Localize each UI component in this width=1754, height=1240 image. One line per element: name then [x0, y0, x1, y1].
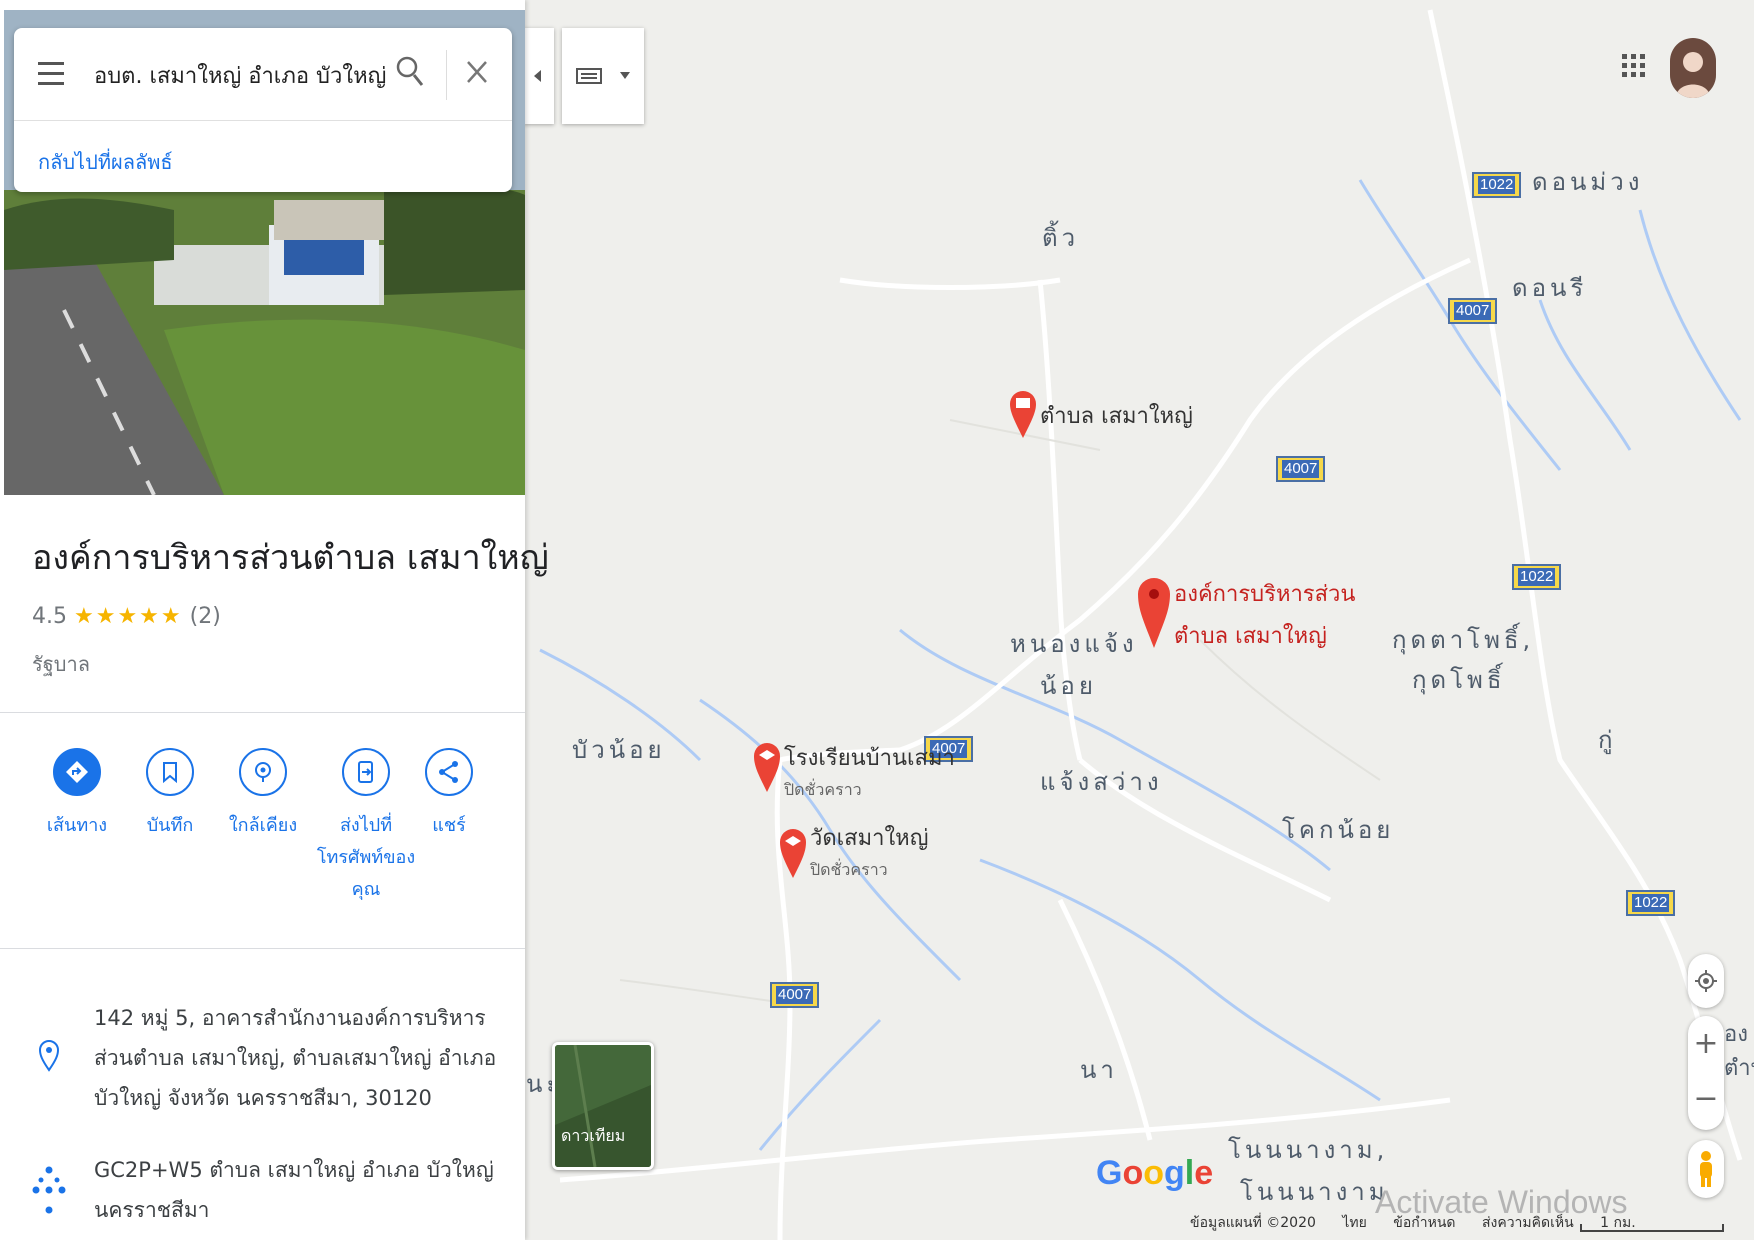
place-category[interactable]: รัฐบาล	[32, 648, 90, 680]
poi-label-selected-line1[interactable]: องค์การบริหารส่วน	[1174, 576, 1355, 611]
place-label: แจ้งสว่าง	[1040, 768, 1163, 796]
keyboard-icon	[576, 68, 602, 84]
place-label: กุดโพธิ์	[1412, 666, 1506, 694]
river	[758, 1018, 882, 1151]
bookmark-icon	[163, 762, 177, 784]
temple-pin-icon[interactable]	[778, 826, 808, 880]
rating-row: 4.5 ★★★★★ (2)	[32, 604, 221, 629]
place-label: บัวน้อย	[572, 736, 666, 764]
place-panel: อบต. เสมาใหญ่ อำเภอ บัวใหญ่ นครราชสีมา ก…	[0, 0, 549, 1240]
share-icon	[439, 761, 458, 783]
scale-bar	[1580, 1224, 1724, 1232]
terms-link[interactable]: ข้อกำหนด	[1393, 1215, 1455, 1231]
nearby-label: ใกล้เคียง	[228, 815, 298, 836]
save-label: บันทึก	[146, 815, 194, 836]
search-icon[interactable]	[396, 56, 424, 88]
feedback-link[interactable]: ส่งความคิดเห็น	[1482, 1215, 1574, 1231]
divider	[0, 712, 525, 713]
pegman-icon	[1700, 1151, 1712, 1187]
river	[1638, 209, 1742, 421]
map-data-credit: ข้อมูลแผนที่ ©2020	[1190, 1215, 1316, 1231]
send-to-phone-icon	[358, 761, 373, 783]
crosshair-icon	[1695, 970, 1717, 992]
share-label: แชร์	[432, 815, 466, 836]
search-box: อบต. เสมาใหญ่ อำเภอ บัวใหญ่ นครราชสีมา ก…	[14, 28, 512, 192]
google-logo: Google	[1096, 1154, 1214, 1192]
place-label: กู่	[1598, 726, 1617, 754]
poi-status-temple: ปิดชั่วคราว	[810, 860, 888, 879]
poi-label-temple[interactable]: วัดเสมาใหญ่	[810, 820, 928, 855]
route-shield: 4007	[1276, 456, 1326, 482]
route-shield: 4007	[1448, 298, 1498, 324]
location-pin-icon	[38, 1040, 60, 1072]
river	[1358, 179, 1562, 471]
river	[1538, 299, 1632, 451]
my-location-button[interactable]	[1688, 954, 1724, 1008]
route-shield: 1022	[1472, 172, 1522, 198]
place-label: โนนนางาม	[1240, 1178, 1389, 1206]
route-shield: 1022	[1626, 890, 1676, 916]
place-label: นา	[1080, 1056, 1118, 1084]
place-label: ดอนรี	[1512, 274, 1588, 302]
zoom-in-button[interactable]: +	[1688, 1016, 1724, 1072]
zoom-out-button[interactable]: −	[1688, 1074, 1724, 1130]
route-shield: 4007	[770, 982, 820, 1008]
place-label: ดอนม่วง	[1532, 168, 1644, 196]
input-tools-button[interactable]	[562, 28, 644, 124]
address-text[interactable]: 142 หมู่ 5, อาคารสำนักงานองค์การบริหารส่…	[94, 998, 504, 1118]
poi-status-school: ปิดชั่วคราว	[784, 780, 862, 799]
poi-label-selected-line2[interactable]: ตำบล เสมาใหญ่	[1174, 618, 1327, 653]
search-input[interactable]: อบต. เสมาใหญ่ อำเภอ บัวใหญ่ นครราชสีมา	[94, 58, 394, 93]
avatar[interactable]	[1670, 38, 1716, 98]
back-to-results-link[interactable]: กลับไปที่ผลลัพธ์	[38, 146, 173, 178]
collapse-panel-button[interactable]	[524, 28, 554, 124]
apps-grid-icon[interactable]	[1622, 54, 1646, 78]
review-count-link[interactable]: (2)	[190, 604, 221, 629]
government-pin-icon[interactable]	[1008, 388, 1038, 440]
place-label: กุดตาโพธิ์,	[1392, 626, 1535, 654]
zoom-control: + −	[1688, 1016, 1724, 1130]
street-view-pegman-button[interactable]	[1688, 1140, 1724, 1198]
satellite-label: ดาวเทียม	[561, 1126, 626, 1145]
page-title: องค์การบริหารส่วนตำบล เสมาใหญ่	[32, 538, 549, 578]
save-button[interactable]: บันทึก	[125, 748, 215, 842]
place-label: ติ้ว	[1042, 224, 1080, 252]
selected-place-pin-icon[interactable]	[1136, 572, 1172, 650]
satellite-layer-toggle[interactable]: ดาวเทียม	[552, 1042, 654, 1170]
place-label: โคกน้อย	[1282, 816, 1395, 844]
rating-value: 4.5	[32, 604, 67, 629]
place-label: น้อย	[1040, 672, 1097, 700]
place-label: หนองแจ้ง	[1010, 630, 1138, 658]
divider	[0, 948, 525, 949]
plus-code-text[interactable]: GC2P+W5 ตำบล เสมาใหญ่ อำเภอ บัวใหญ่ นครร…	[94, 1150, 504, 1230]
route-shield: 1022	[1512, 564, 1562, 590]
plus-code-icon	[32, 1166, 66, 1214]
offscreen-place-label: อง ตำบ	[1724, 1022, 1754, 1081]
search-row: อบต. เสมาใหญ่ อำเภอ บัวใหญ่ นครราชสีมา	[14, 28, 512, 121]
close-icon[interactable]	[466, 60, 488, 84]
menu-icon[interactable]	[38, 62, 64, 92]
chevron-down-icon	[620, 72, 630, 79]
directions-button[interactable]: เส้นทาง	[32, 748, 122, 842]
school-pin-icon[interactable]	[752, 740, 782, 794]
poi-label-tambon[interactable]: ตำบล เสมาใหญ่	[1040, 398, 1193, 433]
language-link[interactable]: ไทย	[1342, 1215, 1366, 1231]
nearby-button[interactable]: ใกล้เคียง	[218, 748, 308, 842]
directions-label: เส้นทาง	[46, 815, 108, 836]
divider	[446, 50, 447, 100]
place-label: โนนนางาม,	[1228, 1136, 1389, 1164]
star-rating-icon: ★★★★★	[74, 604, 183, 629]
share-button[interactable]: แชร์	[404, 748, 494, 842]
poi-label-school[interactable]: โรงเรียนบ้านเสมา	[784, 740, 955, 775]
nearby-icon	[255, 762, 271, 782]
directions-icon	[66, 761, 88, 783]
